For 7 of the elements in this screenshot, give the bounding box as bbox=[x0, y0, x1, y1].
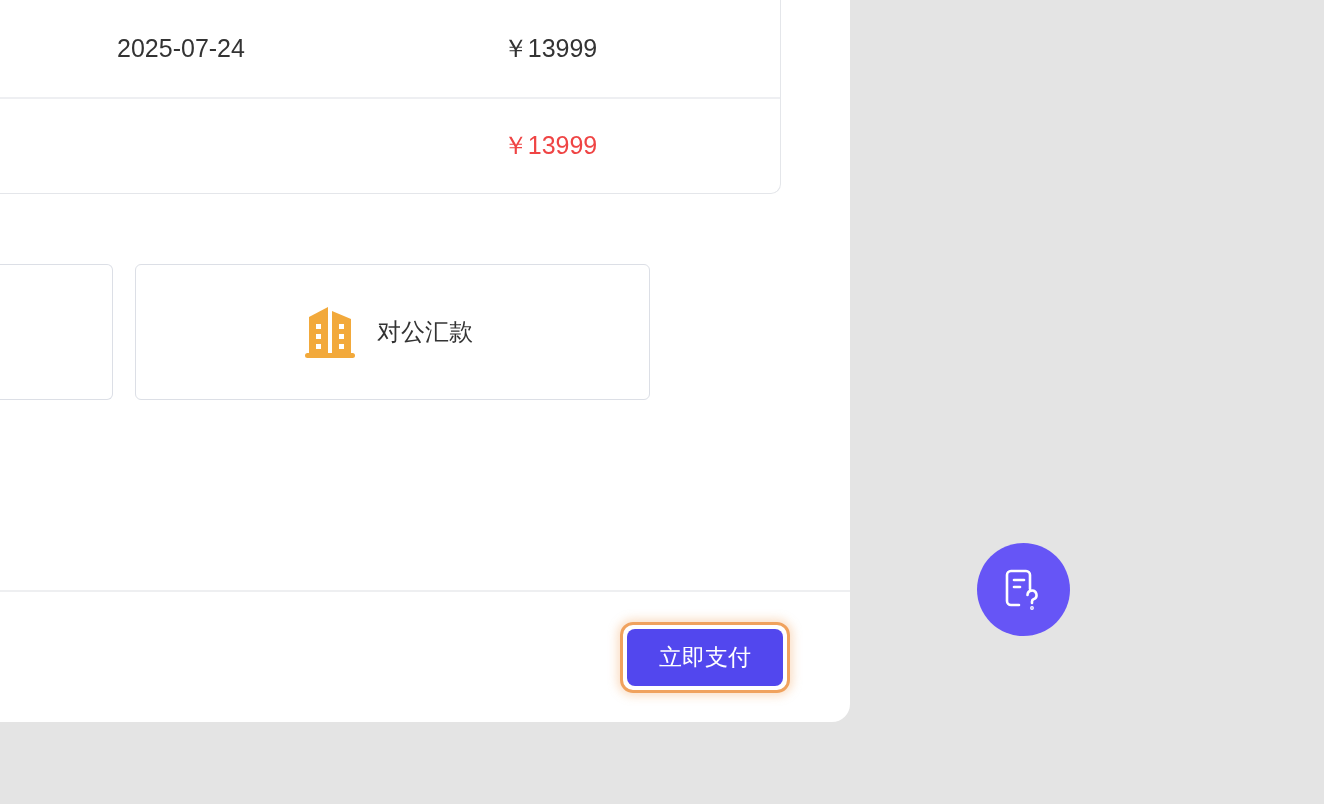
payment-option-card[interactable]: 对公汇款 bbox=[135, 264, 650, 400]
table-cell-text: ￥13999 bbox=[502, 32, 598, 64]
table-cell: 2025-07-24 bbox=[117, 33, 245, 63]
total-amount: ￥13999 bbox=[502, 130, 598, 162]
payment-option-label: 对公汇款 bbox=[376, 317, 473, 347]
pay-now-button[interactable]: 立即支付 bbox=[627, 628, 783, 686]
building-icon bbox=[304, 306, 355, 358]
